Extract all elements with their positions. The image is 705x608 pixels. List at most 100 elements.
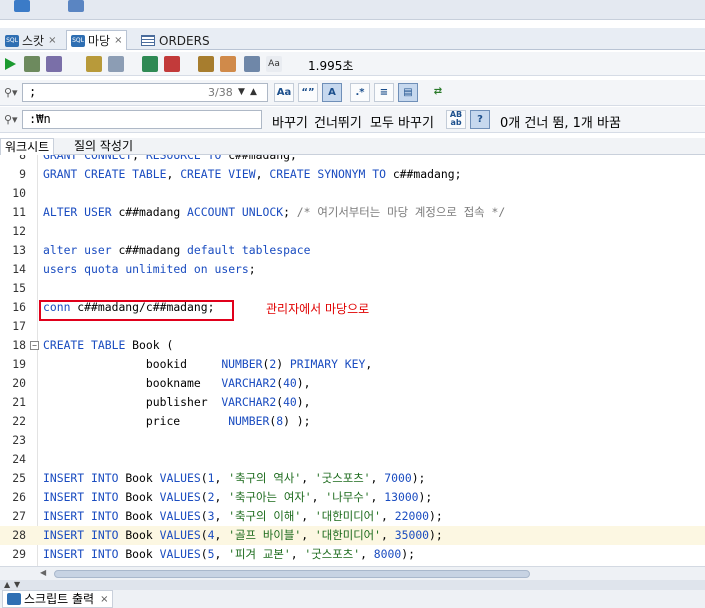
close-icon[interactable]: ×: [100, 591, 108, 608]
horizontal-scrollbar[interactable]: ◀: [0, 566, 705, 580]
tab-orders[interactable]: ORDERS: [136, 30, 215, 50]
expand-up-icon[interactable]: ▲: [4, 580, 10, 589]
close-icon[interactable]: ×: [114, 35, 122, 46]
run-script-icon[interactable]: [24, 56, 40, 72]
replace-button[interactable]: 바꾸기: [272, 112, 308, 131]
code-line[interactable]: 23: [0, 431, 705, 450]
code-line[interactable]: 22 price NUMBER(8) );: [0, 412, 705, 431]
code-line[interactable]: 25 INSERT INTO Book VALUES(1, '축구의 역사', '…: [0, 469, 705, 488]
replace-all-button[interactable]: 모두 바꾸기: [370, 112, 434, 131]
code-line[interactable]: 26 INSERT INTO Book VALUES(2, '축구아는 여자', …: [0, 488, 705, 507]
line-number: 29: [12, 547, 26, 561]
history-icon[interactable]: [244, 56, 260, 72]
top-toolbar-strip: [0, 0, 705, 20]
line-number: 12: [12, 224, 26, 238]
wrap-icon[interactable]: ≡: [374, 83, 394, 102]
replace-options-icon[interactable]: AB ab: [446, 110, 466, 129]
code-line[interactable]: 12: [0, 222, 705, 241]
line-number: 24: [12, 452, 26, 466]
code-line[interactable]: 29 INSERT INTO Book VALUES(5, '피겨 교본', '굿…: [0, 545, 705, 564]
replace-input[interactable]: :₩n: [22, 110, 262, 129]
elapsed-time: 1.995초: [308, 59, 354, 73]
code-line[interactable]: 19 bookid NUMBER(2) PRIMARY KEY,: [0, 355, 705, 374]
line-number: 26: [12, 490, 26, 504]
worksheet-tab-bar: 워크시트 질의 작성기: [0, 138, 705, 155]
sql-editor[interactable]: 8 GRANT CONNECT, RESOURCE TO c##madang; 9 G…: [0, 155, 705, 566]
code-line[interactable]: 21 publisher VARCHAR2(40),: [0, 393, 705, 412]
clear-icon[interactable]: [220, 56, 236, 72]
line-number: 8: [19, 155, 26, 162]
code-line[interactable]: 27 INSERT INTO Book VALUES(3, '축구의 이해', '…: [0, 507, 705, 526]
highlight-icon[interactable]: A: [322, 83, 342, 102]
tab-worksheet[interactable]: 워크시트: [0, 138, 55, 155]
help-icon[interactable]: ?: [470, 110, 490, 129]
code-line[interactable]: 24: [0, 450, 705, 469]
line-number: 15: [12, 281, 26, 295]
code-line[interactable]: 18− CREATE TABLE Book (: [0, 336, 705, 355]
tab-scott[interactable]: SQL 스캇 ×: [0, 30, 61, 50]
code-text: alter user c##madang default tablespace: [43, 243, 311, 257]
tab-madang[interactable]: SQL 마당 ×: [66, 30, 128, 50]
line-number: 13: [12, 243, 26, 257]
output-tab-bar: 스크립트 출력 ×: [0, 590, 705, 608]
highlight-box: [39, 300, 234, 321]
line-number: 11: [12, 205, 26, 219]
code-line[interactable]: 11 ALTER USER c##madang ACCOUNT UNLOCK; /…: [0, 203, 705, 222]
close-find-icon[interactable]: ⇄: [428, 83, 448, 102]
skip-button[interactable]: 건너뛰기: [314, 112, 362, 131]
close-icon[interactable]: ×: [48, 35, 56, 46]
code-text: INSERT INTO Book VALUES(5, '피겨 교본', '굿스포…: [43, 547, 415, 561]
code-line[interactable]: 8 GRANT CONNECT, RESOURCE TO c##madang;: [0, 155, 705, 165]
sql-tuning-icon[interactable]: [198, 56, 214, 72]
tab-label: 스캇: [22, 34, 45, 48]
line-number: 14: [12, 262, 26, 276]
cancel-icon[interactable]: [164, 56, 180, 72]
sql-file-icon[interactable]: [14, 0, 30, 12]
in-selection-icon[interactable]: ▤: [398, 83, 418, 102]
code-line[interactable]: 20 bookname VARCHAR2(40),: [0, 374, 705, 393]
line-number: 25: [12, 471, 26, 485]
code-line[interactable]: 14 users quota unlimited on users;: [0, 260, 705, 279]
rollback-icon[interactable]: [142, 56, 158, 72]
tab-script-output[interactable]: 스크립트 출력 ×: [2, 590, 114, 608]
line-number: 18: [12, 338, 26, 352]
sql-icon: SQL: [71, 34, 85, 47]
code-line[interactable]: 28 INSERT INTO Book VALUES(4, '골프 바이블', '…: [0, 526, 705, 545]
code-line[interactable]: 9 GRANT CREATE TABLE, CREATE VIEW, CREATE…: [0, 165, 705, 184]
code-text: GRANT CREATE TABLE, CREATE VIEW, CREATE …: [43, 167, 462, 181]
code-line[interactable]: 10: [0, 184, 705, 203]
line-number: 22: [12, 414, 26, 428]
sql-icon: SQL: [5, 34, 19, 47]
panel-splitter[interactable]: ▲ ▼: [0, 580, 705, 590]
code-text: bookname VARCHAR2(40),: [145, 376, 311, 390]
code-line[interactable]: 15: [0, 279, 705, 298]
search-icon[interactable]: ⚲▾: [4, 86, 18, 99]
match-case-icon[interactable]: Aa: [274, 83, 294, 102]
fold-toggle-icon[interactable]: −: [30, 341, 39, 350]
code-line[interactable]: 13 alter user c##madang default tablespac…: [0, 241, 705, 260]
run-statement-icon[interactable]: [2, 56, 18, 72]
scrollbar-thumb[interactable]: [54, 570, 530, 578]
tab-label: ORDERS: [159, 33, 210, 48]
line-number: 10: [12, 186, 26, 200]
scroll-left-icon[interactable]: ◀: [40, 568, 46, 577]
format-icon[interactable]: Aa: [266, 56, 282, 72]
regex-icon[interactable]: .*: [350, 83, 370, 102]
commit-icon[interactable]: [46, 56, 62, 72]
line-number: 21: [12, 395, 26, 409]
tab-query-builder[interactable]: 질의 작성기: [70, 138, 137, 155]
table-icon: [141, 35, 155, 46]
previous-match-icon[interactable]: ▼: [238, 87, 245, 97]
connection-icon[interactable]: [68, 0, 84, 12]
code-text: INSERT INTO Book VALUES(3, '축구의 이해', '대한…: [43, 509, 443, 523]
whole-word-icon[interactable]: “”: [298, 83, 318, 102]
line-number: 17: [12, 319, 26, 333]
code-text: GRANT CONNECT, RESOURCE TO c##madang;: [43, 155, 297, 162]
autotrace-icon[interactable]: [108, 56, 124, 72]
next-match-icon[interactable]: ▲: [250, 87, 257, 97]
explain-plan-icon[interactable]: [86, 56, 102, 72]
code-text: ALTER USER c##madang ACCOUNT UNLOCK; /* …: [43, 205, 506, 219]
code-text: CREATE TABLE Book (: [43, 338, 174, 352]
search-icon[interactable]: ⚲▾: [4, 113, 18, 126]
collapse-down-icon[interactable]: ▼: [14, 580, 20, 589]
